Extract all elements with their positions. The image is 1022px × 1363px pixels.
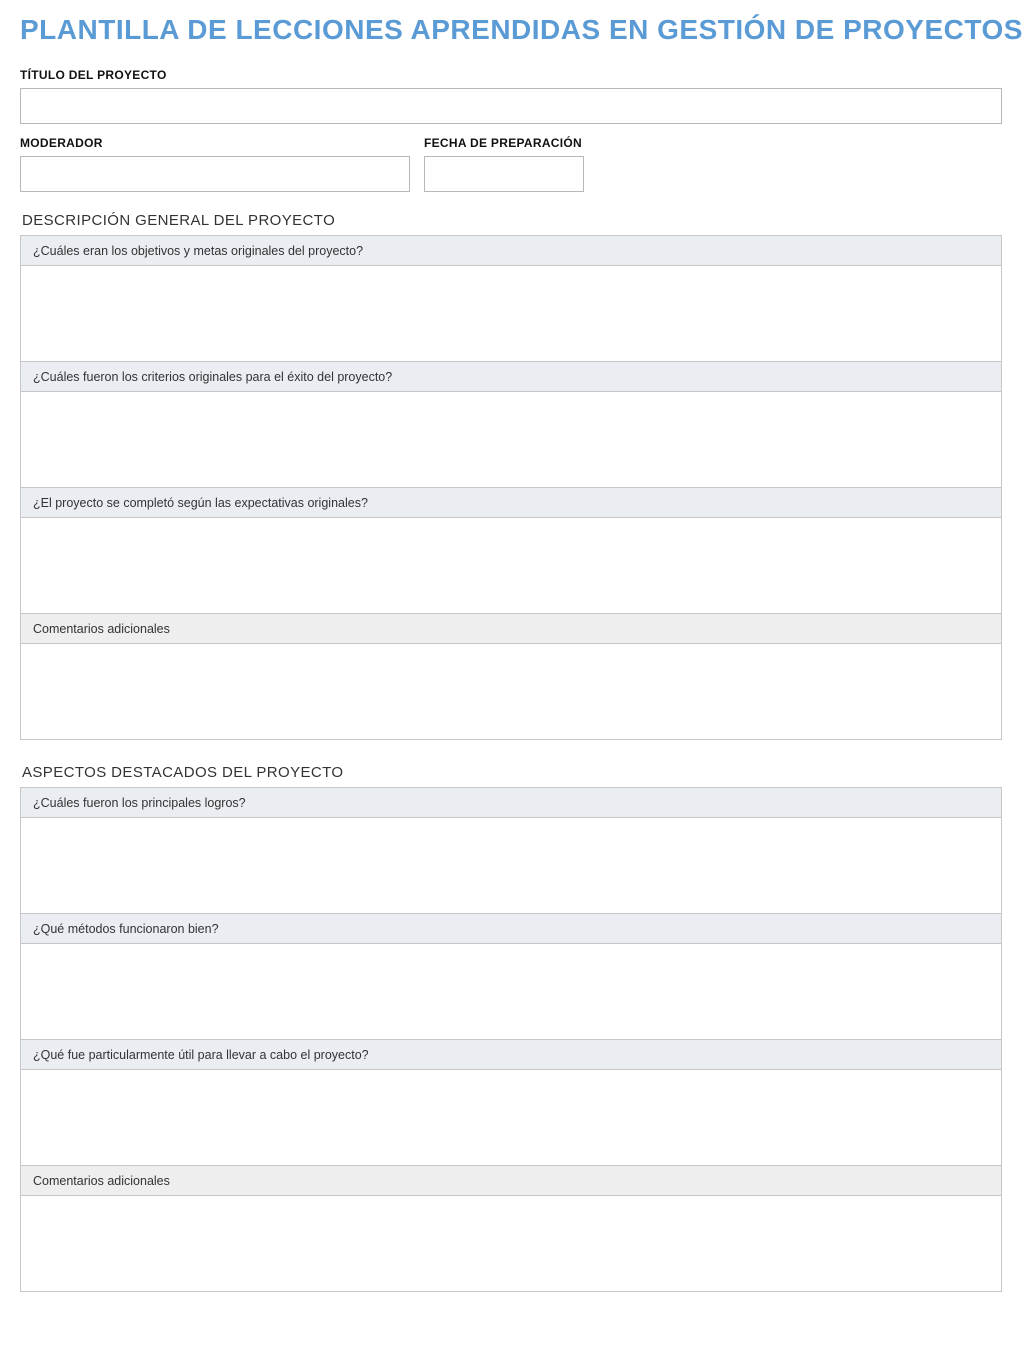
overview-a1[interactable]	[21, 266, 1002, 362]
highlights-q2: ¿Qué métodos funcionaron bien?	[21, 914, 1002, 944]
highlights-a2[interactable]	[21, 944, 1002, 1040]
project-title-input[interactable]	[20, 88, 1002, 124]
prep-date-label: FECHA DE PREPARACIÓN	[424, 136, 584, 150]
overview-a3[interactable]	[21, 518, 1002, 614]
highlights-table: ¿Cuáles fueron los principales logros? ¿…	[20, 787, 1002, 1292]
prep-date-input[interactable]	[424, 156, 584, 192]
highlights-a1[interactable]	[21, 818, 1002, 914]
overview-q4: Comentarios adicionales	[21, 614, 1002, 644]
highlights-heading: ASPECTOS DESTACADOS DEL PROYECTO	[22, 764, 1002, 781]
overview-q2: ¿Cuáles fueron los criterios originales …	[21, 362, 1002, 392]
overview-q1: ¿Cuáles eran los objetivos y metas origi…	[21, 236, 1002, 266]
overview-a4[interactable]	[21, 644, 1002, 740]
moderator-label: MODERADOR	[20, 136, 410, 150]
overview-heading: DESCRIPCIÓN GENERAL DEL PROYECTO	[22, 212, 1002, 229]
overview-q3: ¿El proyecto se completó según las expec…	[21, 488, 1002, 518]
overview-table: ¿Cuáles eran los objetivos y metas origi…	[20, 235, 1002, 740]
highlights-a3[interactable]	[21, 1070, 1002, 1166]
project-title-label: TÍTULO DEL PROYECTO	[20, 68, 1002, 82]
moderator-input[interactable]	[20, 156, 410, 192]
highlights-q3: ¿Qué fue particularmente útil para lleva…	[21, 1040, 1002, 1070]
highlights-q4: Comentarios adicionales	[21, 1166, 1002, 1196]
page-title: PLANTILLA DE LECCIONES APRENDIDAS EN GES…	[20, 14, 1002, 46]
highlights-a4[interactable]	[21, 1196, 1002, 1292]
highlights-q1: ¿Cuáles fueron los principales logros?	[21, 788, 1002, 818]
overview-a2[interactable]	[21, 392, 1002, 488]
